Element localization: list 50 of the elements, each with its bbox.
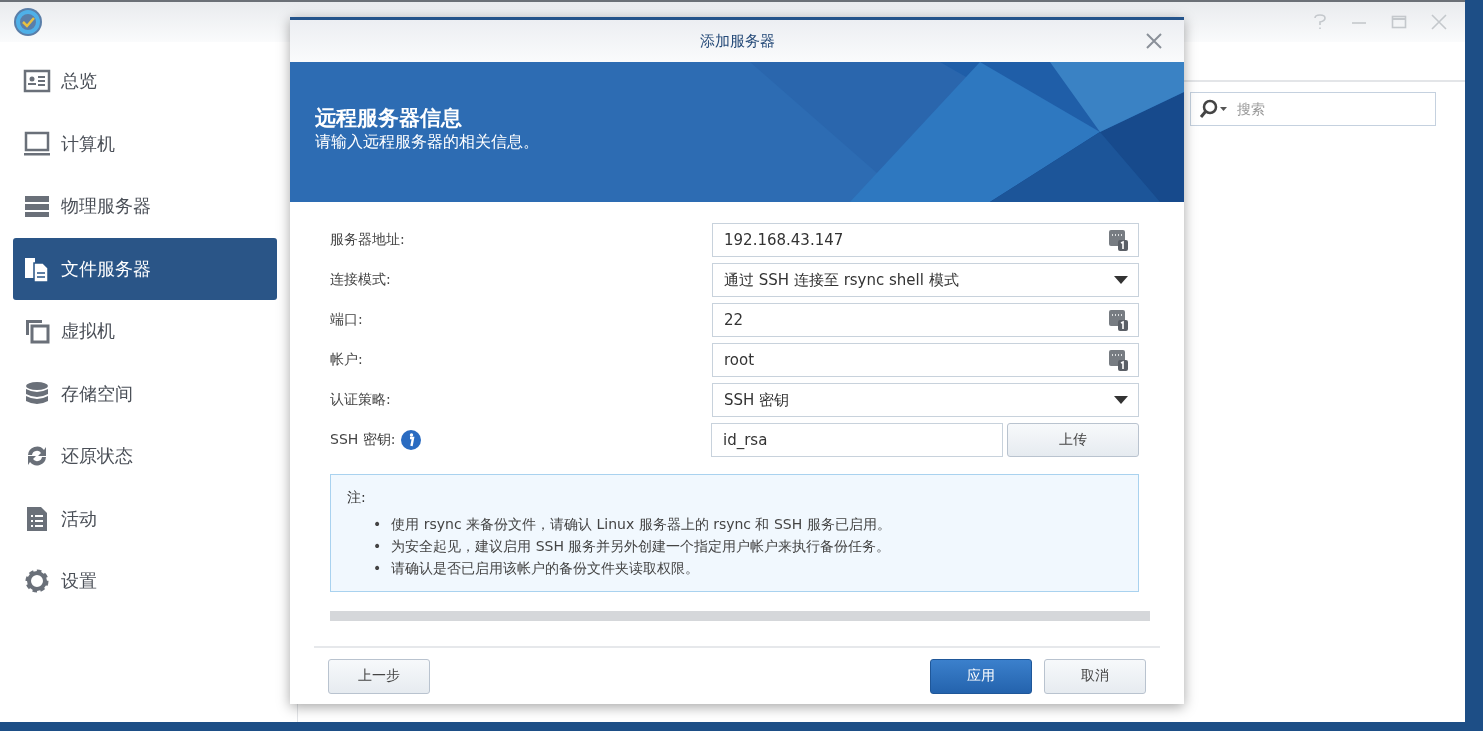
caret-icon [1114, 396, 1128, 404]
text-field[interactable]: id_rsa [711, 423, 1003, 457]
sidebar-item[interactable]: 总览 [13, 50, 277, 113]
maximize-icon[interactable] [1391, 14, 1407, 30]
upload-button[interactable]: 上传 [1007, 423, 1139, 457]
stacked-windows-icon [23, 317, 51, 346]
section-subheading: 请输入远程服务器的相关信息。 [315, 131, 539, 153]
sidebar-item[interactable]: 计算机 [13, 112, 277, 175]
monitor-icon [23, 129, 51, 158]
help-icon[interactable] [1313, 14, 1327, 30]
search-icon[interactable] [1198, 99, 1228, 119]
text-field[interactable]: root [712, 343, 1139, 377]
note-item: 为安全起见，建议启用 SSH 服务并另外创建一个指定用户帐户来执行备份任务。 [391, 536, 891, 556]
sidebar-item[interactable]: 文件服务器 [13, 237, 277, 300]
dropdown[interactable]: SSH 密钥 [712, 383, 1139, 417]
dropdown[interactable]: 通过 SSH 连接至 rsync shell 模式 [712, 263, 1139, 297]
field-label: 帐户: [330, 351, 363, 369]
bullet: • [373, 536, 382, 556]
field-label: 连接模式: [330, 271, 391, 289]
close-icon[interactable] [1431, 14, 1447, 30]
cancel-button[interactable]: 取消 [1044, 658, 1146, 694]
sidebar-item[interactable]: 活动 [13, 487, 277, 550]
sidebar-item[interactable]: 还原状态 [13, 425, 277, 488]
note-item: 使用 rsync 来备份文件，请确认 Linux 服务器上的 rsync 和 SSH 服务已启用。 [391, 514, 891, 534]
server-id-icon [1108, 309, 1128, 331]
server-id-icon [1108, 229, 1128, 251]
field-label: 端口: [330, 311, 363, 329]
sidebar-item[interactable]: 虚拟机 [13, 300, 277, 363]
section-heading: 远程服务器信息 [315, 104, 463, 132]
app-logo-icon [13, 7, 43, 37]
caret-icon [1114, 276, 1128, 284]
text-field[interactable]: 22 [712, 303, 1139, 337]
note-title: 注: [347, 489, 367, 507]
server-id-icon [1108, 349, 1128, 371]
bullet: • [373, 558, 382, 578]
text-field[interactable]: 192.168.43.147 [712, 223, 1139, 257]
field-label: 服务器地址: [330, 231, 405, 249]
apply-button[interactable]: 应用 [930, 658, 1032, 694]
sidebar-item[interactable]: 存储空间 [13, 362, 277, 425]
sidebar-item[interactable]: 物理服务器 [13, 175, 277, 238]
field-label: SSH 密钥: [330, 431, 396, 449]
note-item: 请确认是否已启用该帐户的备份文件夹读取权限。 [391, 558, 700, 578]
info-icon[interactable] [401, 430, 422, 450]
dialog-title: 添加服务器 [699, 31, 775, 51]
bullet: • [373, 514, 382, 534]
field-label: 认证策略: [330, 391, 391, 409]
sidebar-item[interactable]: 设置 [13, 550, 277, 613]
close-icon[interactable] [1146, 33, 1162, 49]
back-button[interactable]: 上一步 [328, 658, 430, 694]
search-field[interactable]: 搜索 [1190, 92, 1436, 126]
